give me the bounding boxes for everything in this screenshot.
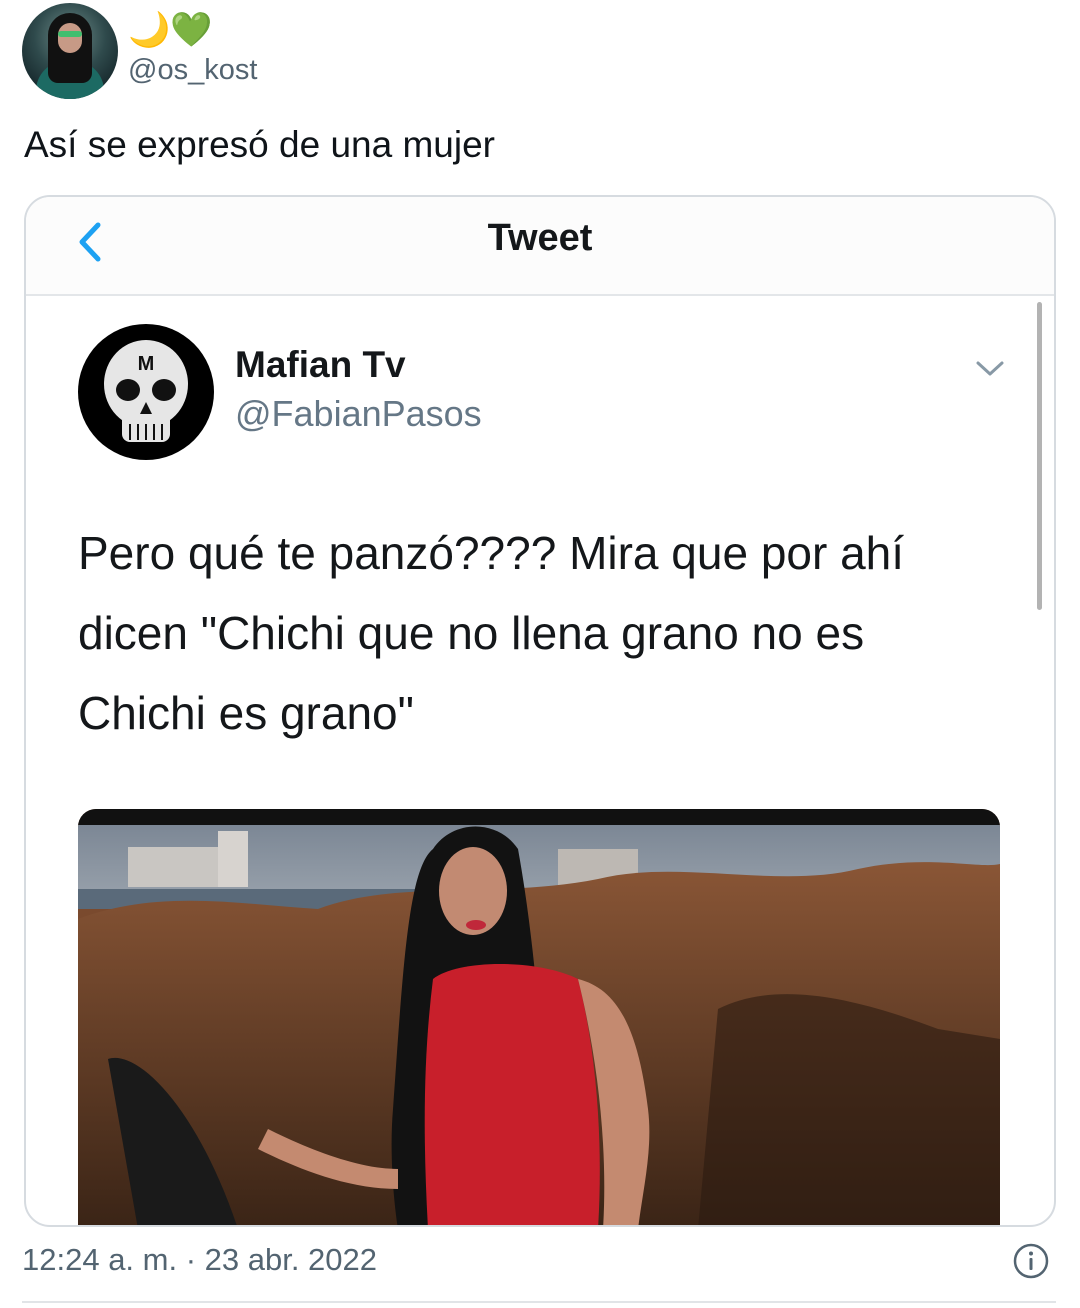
tweet-timestamp[interactable]: 12:24 a. m. · 23 abr. 2022: [22, 1242, 377, 1278]
embedded-screenshot[interactable]: Tweet M Mafian Tv @FabianPasos Pero qué …: [24, 195, 1056, 1227]
screenshot-author-name: Mafian Tv: [235, 344, 406, 385]
green-heart-emoji: 💚: [170, 11, 213, 49]
author-display-name[interactable]: 🌙💚: [128, 10, 213, 50]
crescent-moon-emoji: 🌙: [128, 11, 171, 49]
screenshot-tweet-body: Pero qué te panzó???? Mira que por ahí d…: [78, 527, 905, 739]
info-icon[interactable]: [1012, 1242, 1050, 1280]
scrollbar: [1037, 302, 1042, 610]
screenshot-header-title: Tweet: [487, 217, 593, 259]
tweet-text: Así se expresó de una mujer: [24, 124, 495, 165]
skull-avatar: M: [78, 324, 214, 460]
chevron-down-icon: [976, 361, 1004, 376]
divider: [22, 1301, 1056, 1303]
svg-text:M: M: [138, 353, 155, 375]
screenshot-photo: [78, 809, 1000, 1225]
author-handle[interactable]: @os_kost: [128, 54, 257, 87]
author-avatar[interactable]: [22, 3, 118, 99]
screenshot-author-handle: @FabianPasos: [235, 393, 482, 434]
screenshot-header: Tweet: [26, 197, 1054, 296]
